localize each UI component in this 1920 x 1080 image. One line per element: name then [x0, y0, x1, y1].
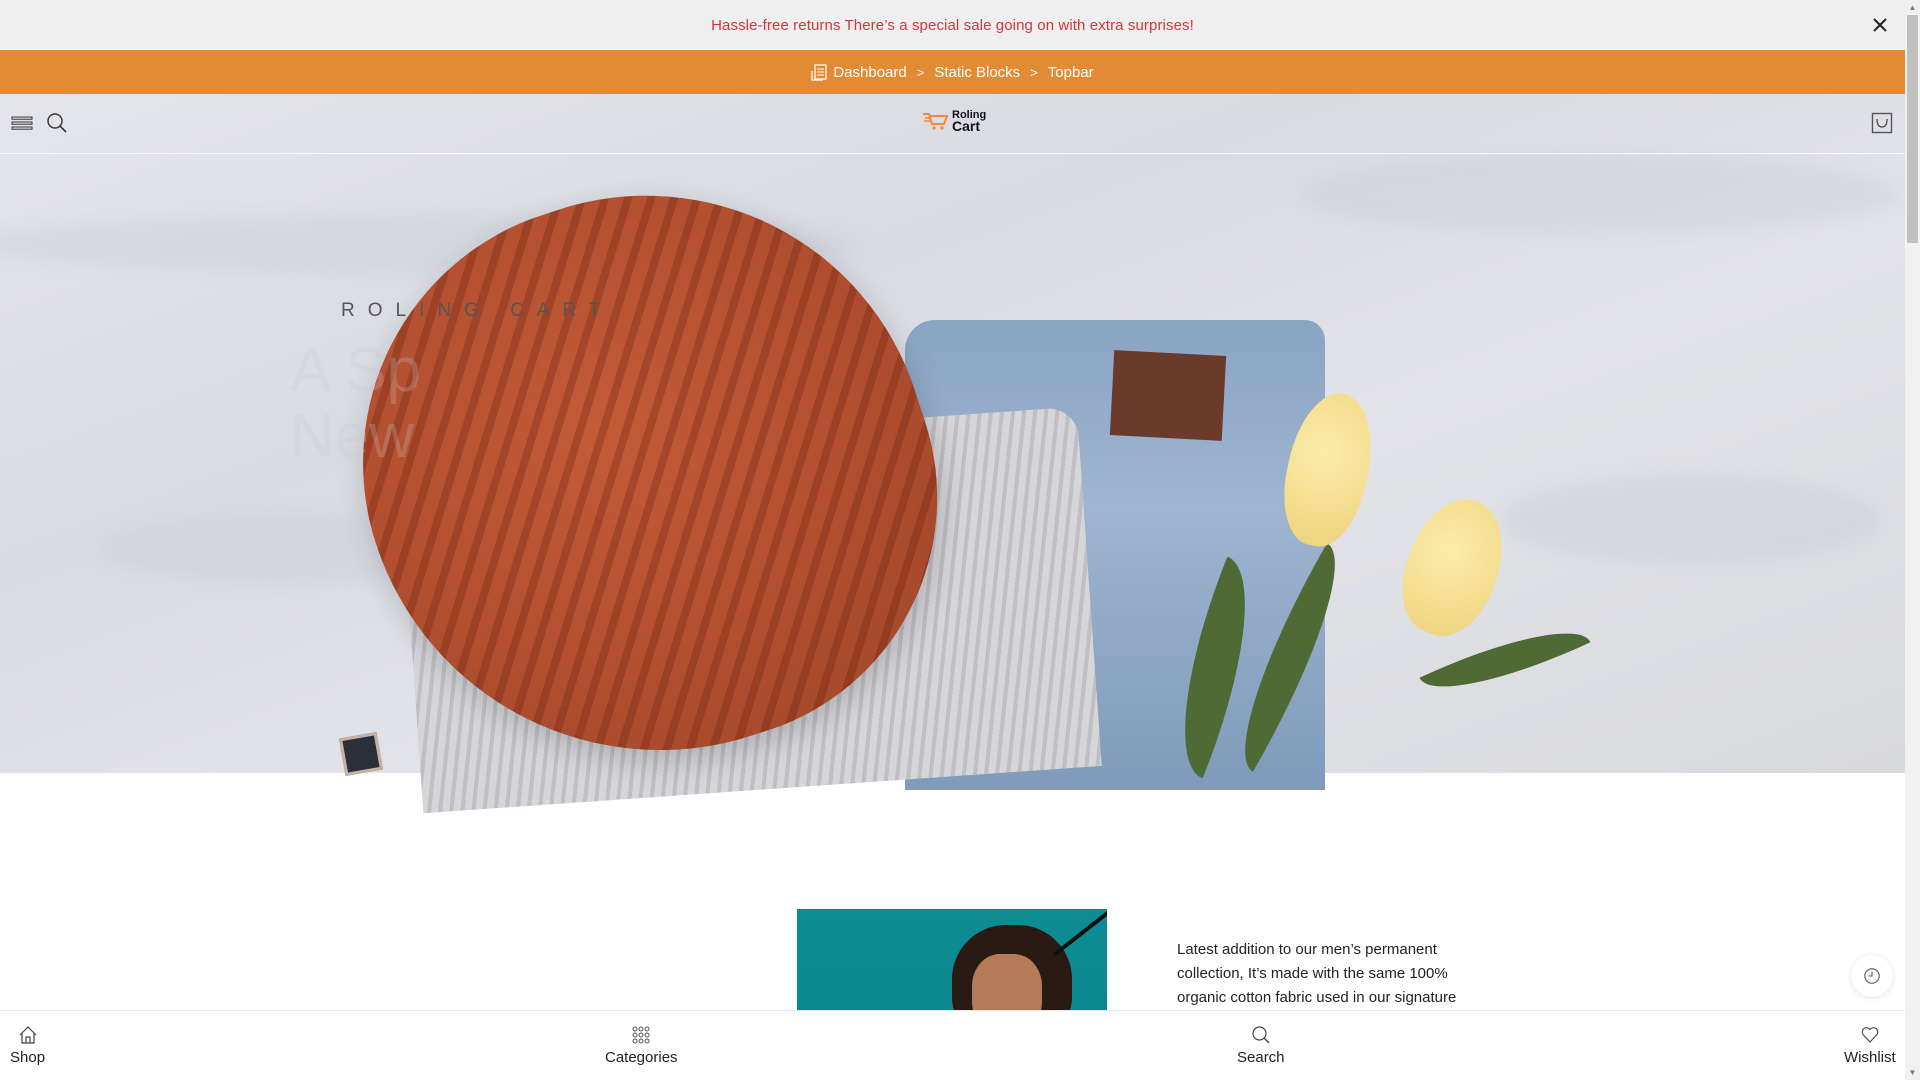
bottom-nav-categories[interactable]: Categories	[605, 1025, 678, 1066]
product-description: Latest addition to our men’s permanent c…	[1177, 941, 1457, 1006]
logo-text: Roling Cart	[952, 110, 986, 134]
fabric-fold	[1300, 154, 1900, 234]
breadcrumb-static-blocks[interactable]: Static Blocks	[934, 64, 1020, 81]
bottom-nav-label: Search	[1237, 1049, 1285, 1066]
shopping-bag-icon	[1871, 112, 1893, 134]
hero-jeans-patch-graphic	[1109, 350, 1227, 441]
grid-dots-icon	[632, 1026, 650, 1044]
logo-line-2: Cart	[952, 118, 981, 134]
hamburger-menu-icon	[11, 116, 33, 130]
menu-button[interactable]	[9, 110, 35, 136]
scrollbar-thumb[interactable]	[1907, 15, 1918, 243]
breadcrumb-separator: >	[1030, 64, 1038, 80]
hero-faded-line: A Sp	[290, 336, 421, 405]
dashboard-icon	[811, 63, 827, 81]
product-image-line	[1053, 909, 1107, 957]
page: Hassle-free returns There’s a special sa…	[0, 0, 1905, 1080]
product-image[interactable]	[797, 909, 1107, 1019]
breadcrumb-dashboard[interactable]: Dashboard	[833, 64, 906, 81]
search-icon	[47, 113, 67, 133]
close-announcement-button[interactable]	[1869, 14, 1891, 36]
hero-faded-heading: A Sp New	[290, 338, 421, 470]
bottom-nav-label: Wishlist	[1844, 1049, 1896, 1066]
bottom-nav-search[interactable]: Search	[1237, 1025, 1285, 1066]
bottom-nav-label: Shop	[10, 1049, 46, 1066]
vertical-scrollbar[interactable]: ▲ ▼	[1905, 0, 1920, 1080]
hero-eyebrow-text: ROLING CART	[341, 300, 614, 321]
bottom-navigation: Shop Categories Search Wishlist	[0, 1010, 1905, 1080]
clock-icon	[1864, 968, 1880, 984]
breadcrumb-separator: >	[916, 64, 925, 80]
header-search-button[interactable]	[44, 110, 70, 136]
breadcrumb-topbar[interactable]: Topbar	[1048, 64, 1094, 81]
cart-button[interactable]	[1869, 110, 1895, 136]
announcement-bar: Hassle-free returns There’s a special sa…	[0, 0, 1905, 50]
hero-faded-line: New	[290, 402, 415, 471]
scroll-down-arrow-icon[interactable]: ▼	[1905, 1065, 1920, 1080]
admin-breadcrumb-bar: Dashboard > Static Blocks > Topbar	[0, 50, 1905, 94]
bottom-nav-shop[interactable]: Shop	[10, 1025, 45, 1066]
bottom-nav-wishlist[interactable]: Wishlist	[1844, 1025, 1896, 1066]
heart-icon	[1861, 1027, 1879, 1043]
home-icon	[19, 1026, 36, 1044]
announcement-text: Hassle-free returns There’s a special sa…	[711, 16, 1194, 34]
fabric-fold	[1500, 474, 1880, 564]
recently-viewed-button[interactable]	[1851, 955, 1893, 997]
hero-accessory-graphic	[338, 731, 384, 777]
cart-logo-icon	[923, 113, 949, 130]
site-logo[interactable]: Roling Cart	[922, 110, 986, 134]
bottom-nav-label: Categories	[605, 1049, 678, 1066]
scroll-up-arrow-icon[interactable]: ▲	[1905, 0, 1920, 15]
search-icon	[1252, 1026, 1270, 1044]
close-icon	[1873, 18, 1887, 32]
